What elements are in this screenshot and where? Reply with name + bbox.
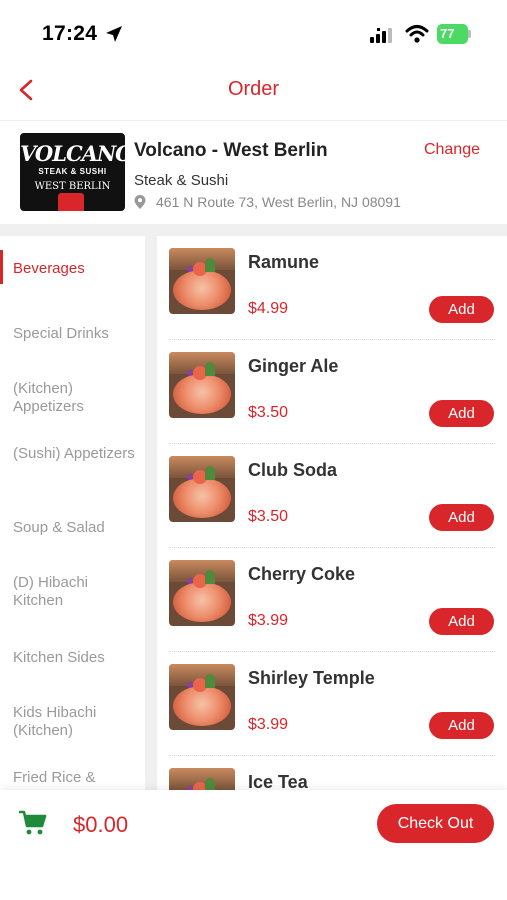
restaurant-name: Volcano - West Berlin [134, 140, 328, 161]
add-to-cart-button[interactable]: Add [429, 296, 494, 323]
category-item-fried-rice[interactable]: Fried Rice & [0, 769, 145, 787]
map-pin-icon [134, 195, 146, 209]
active-category-indicator [0, 250, 3, 284]
add-to-cart-button[interactable]: Add [429, 400, 494, 427]
category-item-sushi-appetizers[interactable]: (Sushi) Appetizers [0, 445, 145, 463]
item-name: Cherry Coke [248, 564, 356, 584]
category-item-kitchen-appetizers[interactable]: (Kitchen) Appetizers [0, 380, 145, 416]
status-time: 17:24 [42, 22, 98, 45]
item-thumbnail [169, 664, 235, 730]
restaurant-info: VOLCANO STEAK & SUSHI WEST BERLIN Volcan… [0, 120, 507, 224]
menu-item[interactable]: Club Soda $3.50 Add [157, 444, 507, 548]
item-name: Ice Tea [248, 772, 308, 790]
item-price: $3.99 [248, 612, 289, 629]
item-price: $3.99 [248, 716, 289, 733]
restaurant-logo: VOLCANO STEAK & SUSHI WEST BERLIN [20, 133, 125, 211]
page-title: Order [227, 78, 280, 100]
nav-header: Order [0, 62, 507, 120]
logo-sub-text: STEAK & SUSHI [38, 167, 107, 176]
sidebar-separator [145, 236, 157, 790]
menu-item[interactable]: Cherry Coke $3.99 Add [157, 548, 507, 652]
cart-total: $0.00 [73, 812, 129, 837]
item-price: $3.50 [248, 404, 289, 421]
category-sidebar[interactable]: Beverages Special Drinks (Kitchen) Appet… [0, 236, 145, 790]
menu-item[interactable]: Ice Tea [157, 756, 507, 790]
category-item-special-drinks[interactable]: Special Drinks [0, 325, 145, 343]
wifi-icon [405, 25, 429, 43]
menu-item[interactable]: Shirley Temple $3.99 Add [157, 652, 507, 756]
category-item-kids-hibachi[interactable]: Kids Hibachi (Kitchen) [0, 704, 145, 740]
add-to-cart-button[interactable]: Add [429, 504, 494, 531]
item-thumbnail [169, 352, 235, 418]
battery-nub [468, 30, 471, 38]
item-thumbnail [169, 248, 235, 314]
change-restaurant-link[interactable]: Change [424, 141, 480, 159]
checkout-button[interactable]: Check Out [377, 804, 494, 843]
logo-main-text: VOLCANO [20, 141, 125, 166]
battery-level: 77 [437, 24, 468, 44]
item-thumbnail [169, 456, 235, 522]
category-item-beverages[interactable]: Beverages [0, 260, 145, 278]
section-divider [0, 224, 507, 236]
item-name: Club Soda [248, 460, 337, 480]
item-name: Ginger Ale [248, 356, 339, 376]
restaurant-address: 461 N Route 73, West Berlin, NJ 08091 [156, 194, 401, 210]
menu-list[interactable]: Ramune $4.99 Add Ginger Ale $3.50 Add Cl… [157, 236, 507, 790]
category-item-soup-salad[interactable]: Soup & Salad [0, 519, 145, 537]
location-arrow-icon [106, 26, 122, 42]
item-thumbnail [169, 560, 235, 626]
menu-item[interactable]: Ramune $4.99 Add [157, 236, 507, 340]
item-name: Shirley Temple [248, 668, 375, 688]
bottom-cart-bar: $0.00 Check Out [0, 790, 507, 900]
cellular-signal-icon [370, 28, 392, 43]
add-to-cart-button[interactable]: Add [429, 712, 494, 739]
menu-item[interactable]: Ginger Ale $3.50 Add [157, 340, 507, 444]
item-name: Ramune [248, 252, 320, 272]
shopping-cart-icon[interactable] [19, 810, 47, 836]
logo-location-text: WEST BERLIN [34, 181, 111, 192]
status-bar: 17:24 77 [0, 0, 507, 62]
item-price: $4.99 [248, 300, 289, 317]
item-thumbnail [169, 768, 235, 790]
logo-volcano-shape [58, 193, 84, 211]
restaurant-category: Steak & Sushi [134, 172, 229, 189]
battery-indicator: 77 [437, 24, 471, 44]
add-to-cart-button[interactable]: Add [429, 608, 494, 635]
category-item-kitchen-sides[interactable]: Kitchen Sides [0, 649, 145, 667]
item-price: $3.50 [248, 508, 289, 525]
category-item-hibachi-kitchen[interactable]: (D) Hibachi Kitchen [0, 574, 145, 610]
